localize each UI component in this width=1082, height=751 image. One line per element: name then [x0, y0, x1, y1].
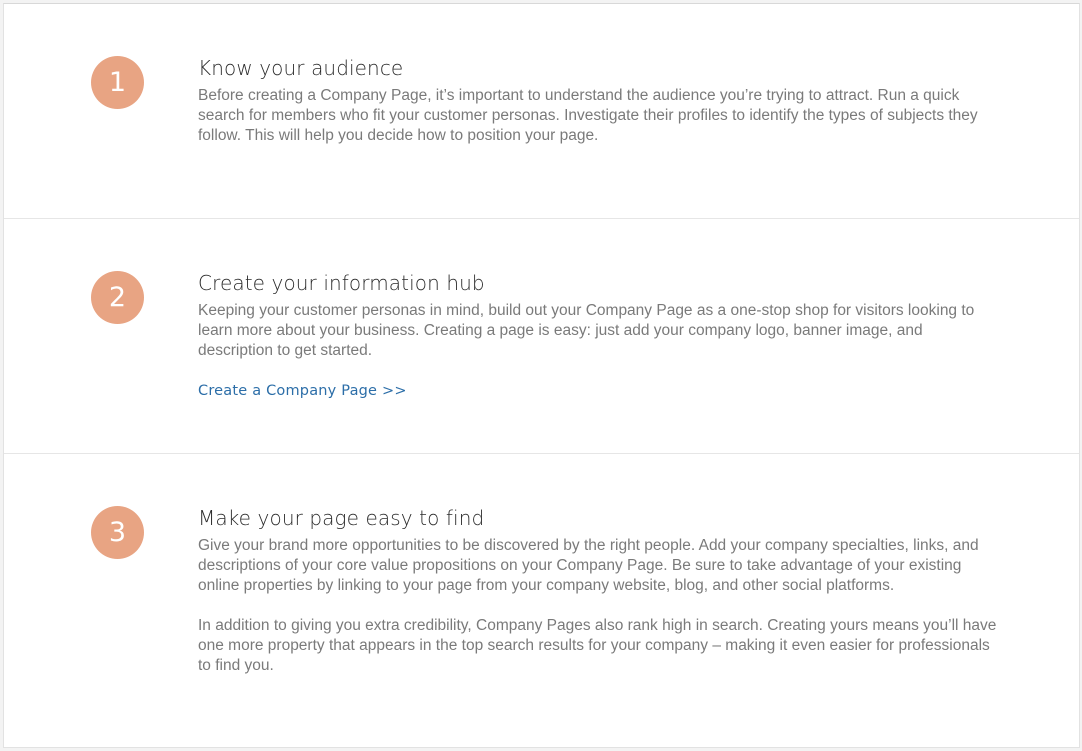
- step-make-page-easy-to-find: 3 Make your page easy to find Give your …: [4, 454, 1079, 748]
- step-number-badge: 3: [91, 506, 144, 559]
- step-number-badge: 2: [91, 271, 144, 324]
- step-description-extra: In addition to giving you extra credibil…: [198, 617, 997, 674]
- step-description: Give your brand more opportunities to be…: [198, 537, 979, 594]
- steps-panel: 1 Know your audience Before creating a C…: [3, 3, 1080, 748]
- step-content: Create your information hub Keeping your…: [198, 271, 998, 400]
- step-title: Make your page easy to find: [198, 506, 485, 530]
- step-content: Know your audience Before creating a Com…: [198, 56, 998, 146]
- step-create-information-hub: 2 Create your information hub Keeping yo…: [4, 219, 1079, 454]
- create-company-page-link[interactable]: Create a Company Page >>: [198, 383, 407, 399]
- step-title: Create your information hub: [198, 271, 485, 295]
- step-number-badge: 1: [91, 56, 144, 109]
- step-know-your-audience: 1 Know your audience Before creating a C…: [4, 4, 1079, 219]
- step-description: Keeping your customer personas in mind, …: [198, 302, 975, 359]
- step-title: Know your audience: [198, 56, 404, 80]
- step-description: Before creating a Company Page, it’s imp…: [198, 87, 978, 144]
- step-content: Make your page easy to find Give your br…: [198, 506, 998, 676]
